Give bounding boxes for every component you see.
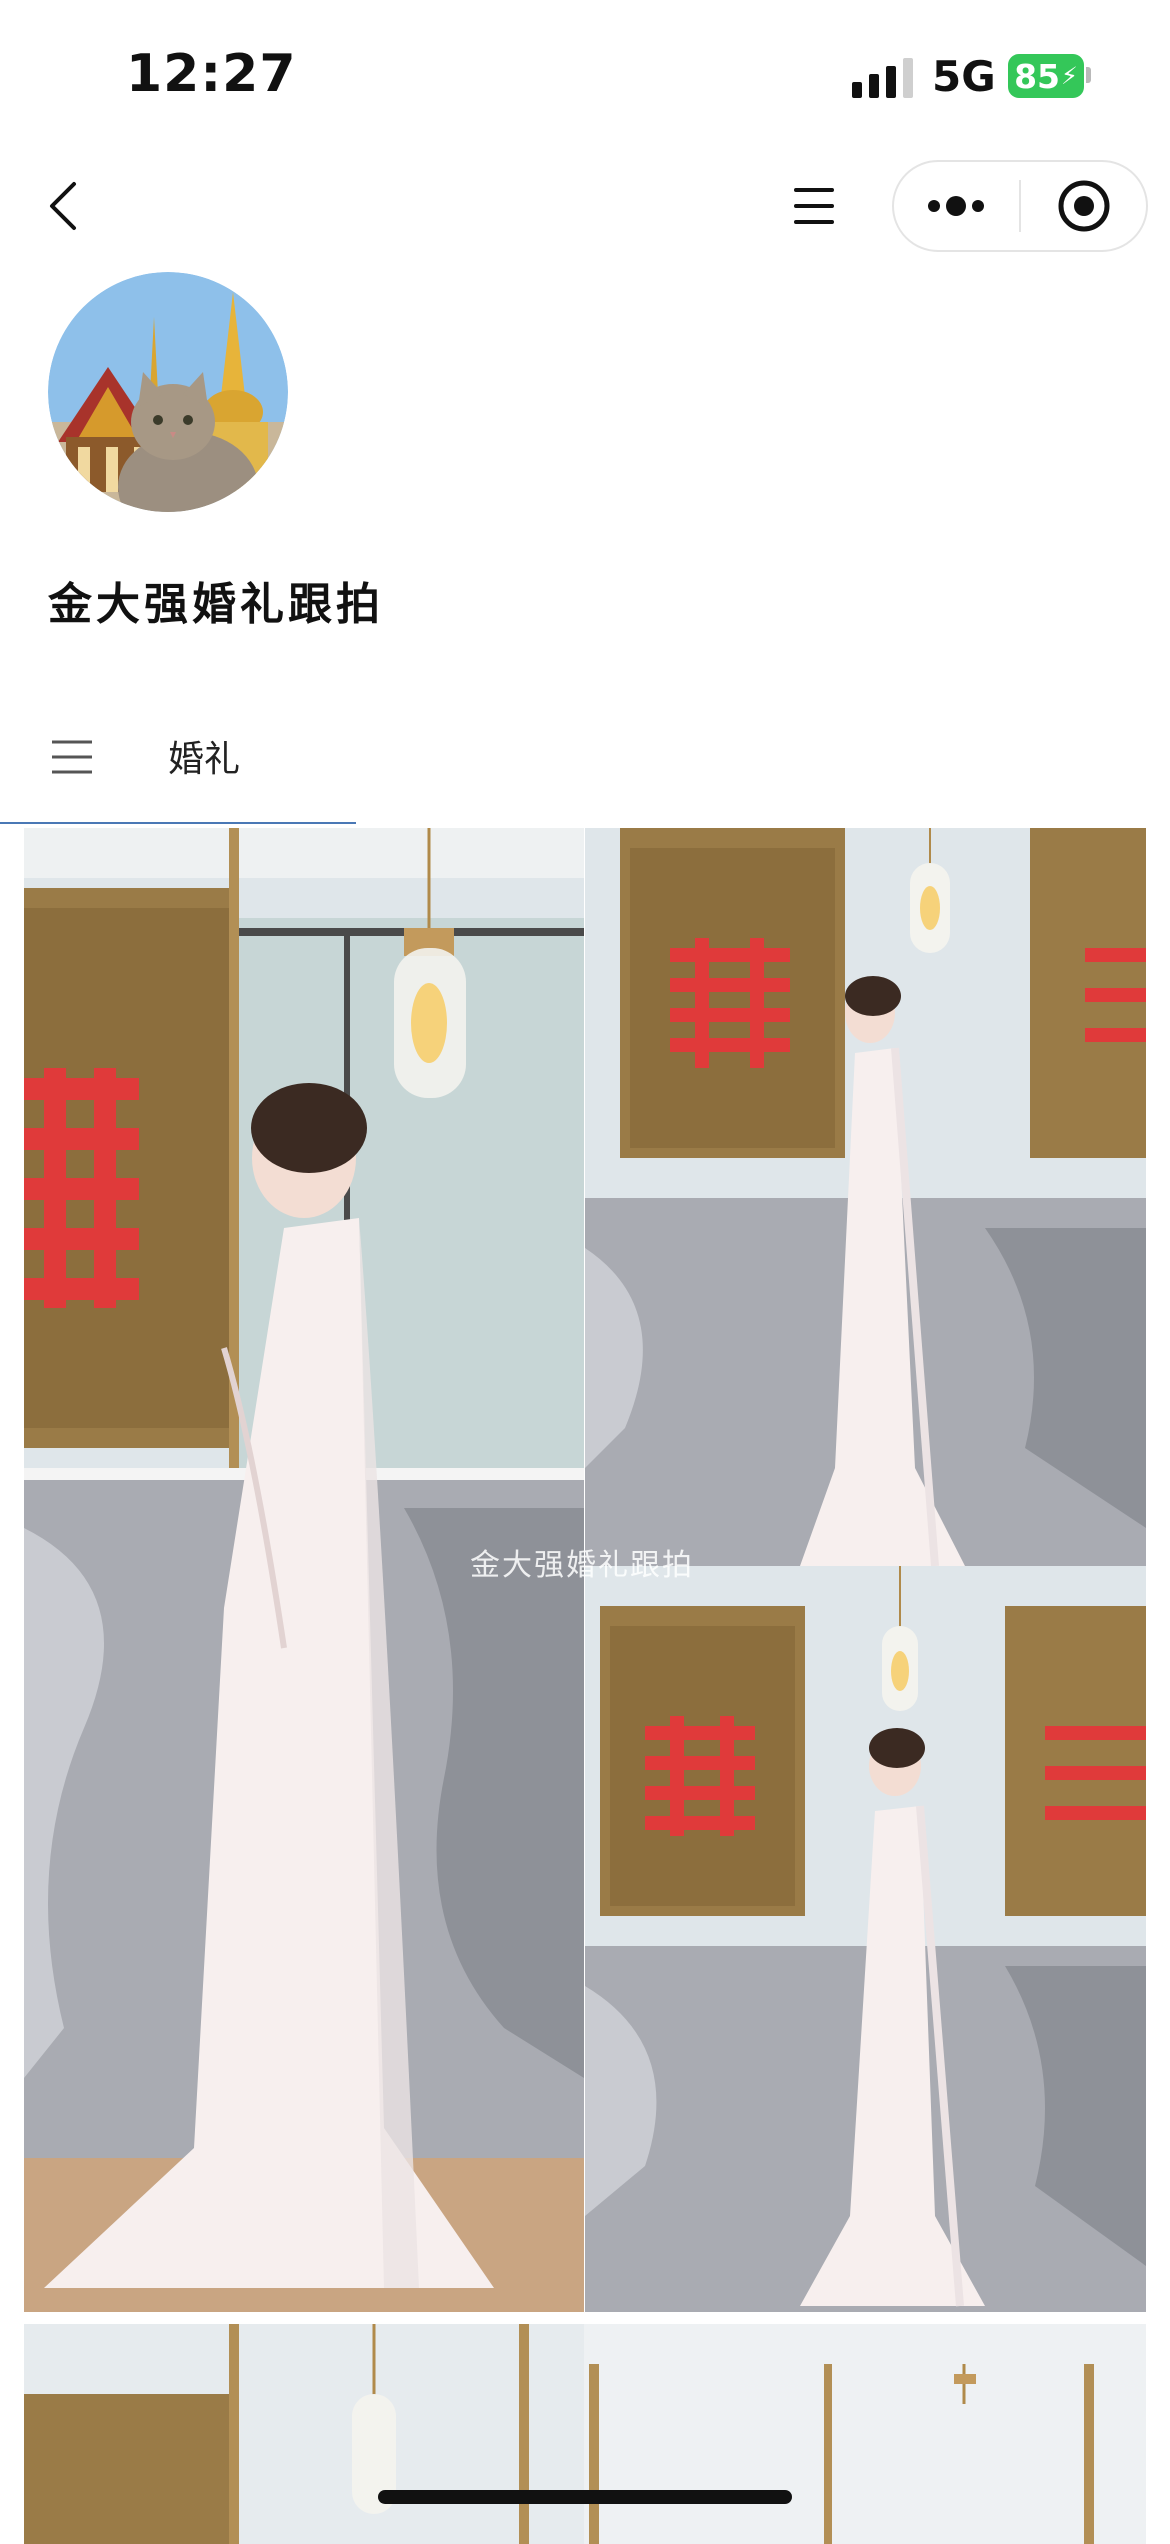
wedding-dress-photo-small-2[interactable]	[585, 1566, 1146, 2312]
target-icon[interactable]	[1056, 178, 1112, 234]
gallery-watermark: 金大强婚礼跟拍	[470, 1548, 694, 1583]
capsule-divider	[1019, 180, 1021, 232]
wedding-dress-photo-small-1[interactable]	[585, 828, 1146, 1566]
menu-icon[interactable]	[792, 184, 836, 228]
network-type: 5G	[932, 52, 996, 101]
signal-icon	[852, 58, 913, 98]
battery-nub	[1086, 67, 1091, 83]
tab-underline	[0, 822, 356, 824]
category-list-icon[interactable]	[50, 738, 94, 776]
profile-name: 金大强婚礼跟拍	[48, 579, 384, 630]
home-indicator[interactable]	[378, 2490, 792, 2504]
wedding-photo-next-row[interactable]	[24, 2324, 1146, 2544]
back-arrow-icon[interactable]	[44, 180, 92, 232]
tab-wedding[interactable]: 婚礼	[168, 730, 240, 782]
status-time: 12:27	[126, 44, 297, 104]
battery-charging-icon: 85 ⚡	[1008, 54, 1084, 98]
avatar	[48, 272, 288, 512]
battery-level: 85	[1014, 56, 1061, 96]
more-dots-icon[interactable]	[926, 192, 986, 220]
